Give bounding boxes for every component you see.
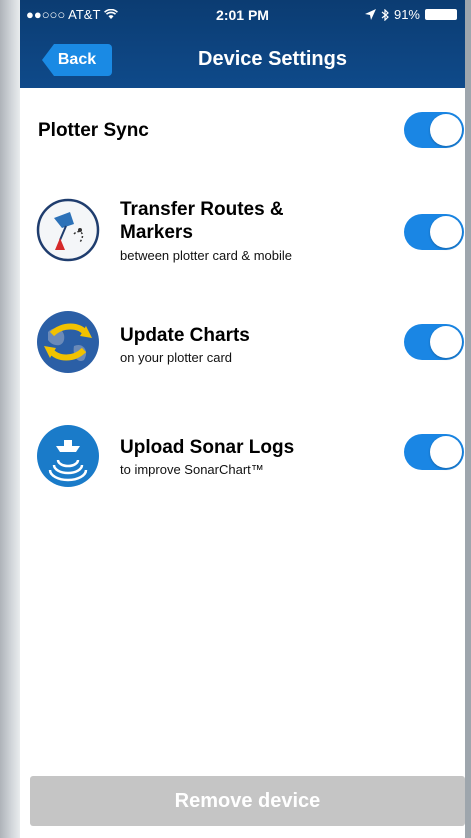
toggle-knob bbox=[430, 436, 462, 468]
sonar-boat-icon bbox=[36, 424, 100, 488]
device-frame-right bbox=[465, 0, 471, 838]
page-title: Device Settings bbox=[198, 48, 347, 70]
battery-percent: 91% bbox=[393, 7, 420, 22]
bluetooth-icon bbox=[381, 8, 389, 21]
toggle-knob bbox=[430, 114, 462, 146]
feature-title: Update Charts bbox=[120, 325, 250, 346]
navigation-bar: ●●○○○ AT&T 2:01 PM 91% Back Device Setti… bbox=[20, 0, 465, 88]
feature-title: Transfer Routes & Markers bbox=[120, 199, 284, 243]
feature-upload-sonar-logs: Upload Sonar Logs to improve SonarChart™ bbox=[36, 424, 396, 504]
plotter-sync-toggle[interactable] bbox=[404, 112, 464, 148]
feature-transfer-routes: Transfer Routes & Markers between plotte… bbox=[36, 198, 396, 278]
device-frame-left bbox=[0, 0, 20, 838]
location-arrow-icon bbox=[364, 9, 376, 20]
transfer-routes-toggle[interactable] bbox=[404, 214, 464, 250]
plotter-sync-label: Plotter Sync bbox=[38, 120, 149, 141]
remove-device-button[interactable]: Remove device bbox=[30, 776, 465, 826]
feature-subtitle: between plotter card & mobile bbox=[120, 248, 292, 263]
battery-icon bbox=[425, 9, 457, 20]
status-right-group: 91% bbox=[364, 7, 457, 22]
feature-title: Upload Sonar Logs bbox=[120, 437, 295, 458]
toggle-knob bbox=[430, 326, 462, 358]
upload-sonar-logs-toggle[interactable] bbox=[404, 434, 464, 470]
route-marker-icon bbox=[36, 198, 100, 262]
globe-sync-icon bbox=[36, 310, 100, 374]
toggle-knob bbox=[430, 216, 462, 248]
feature-update-charts: Update Charts on your plotter card bbox=[36, 310, 396, 390]
update-charts-toggle[interactable] bbox=[404, 324, 464, 360]
feature-subtitle: to improve SonarChart™ bbox=[120, 462, 264, 477]
app-screen: ●●○○○ AT&T 2:01 PM 91% Back Device Setti… bbox=[20, 0, 465, 838]
feature-subtitle: on your plotter card bbox=[120, 350, 233, 365]
status-bar: ●●○○○ AT&T 2:01 PM 91% bbox=[20, 0, 465, 28]
